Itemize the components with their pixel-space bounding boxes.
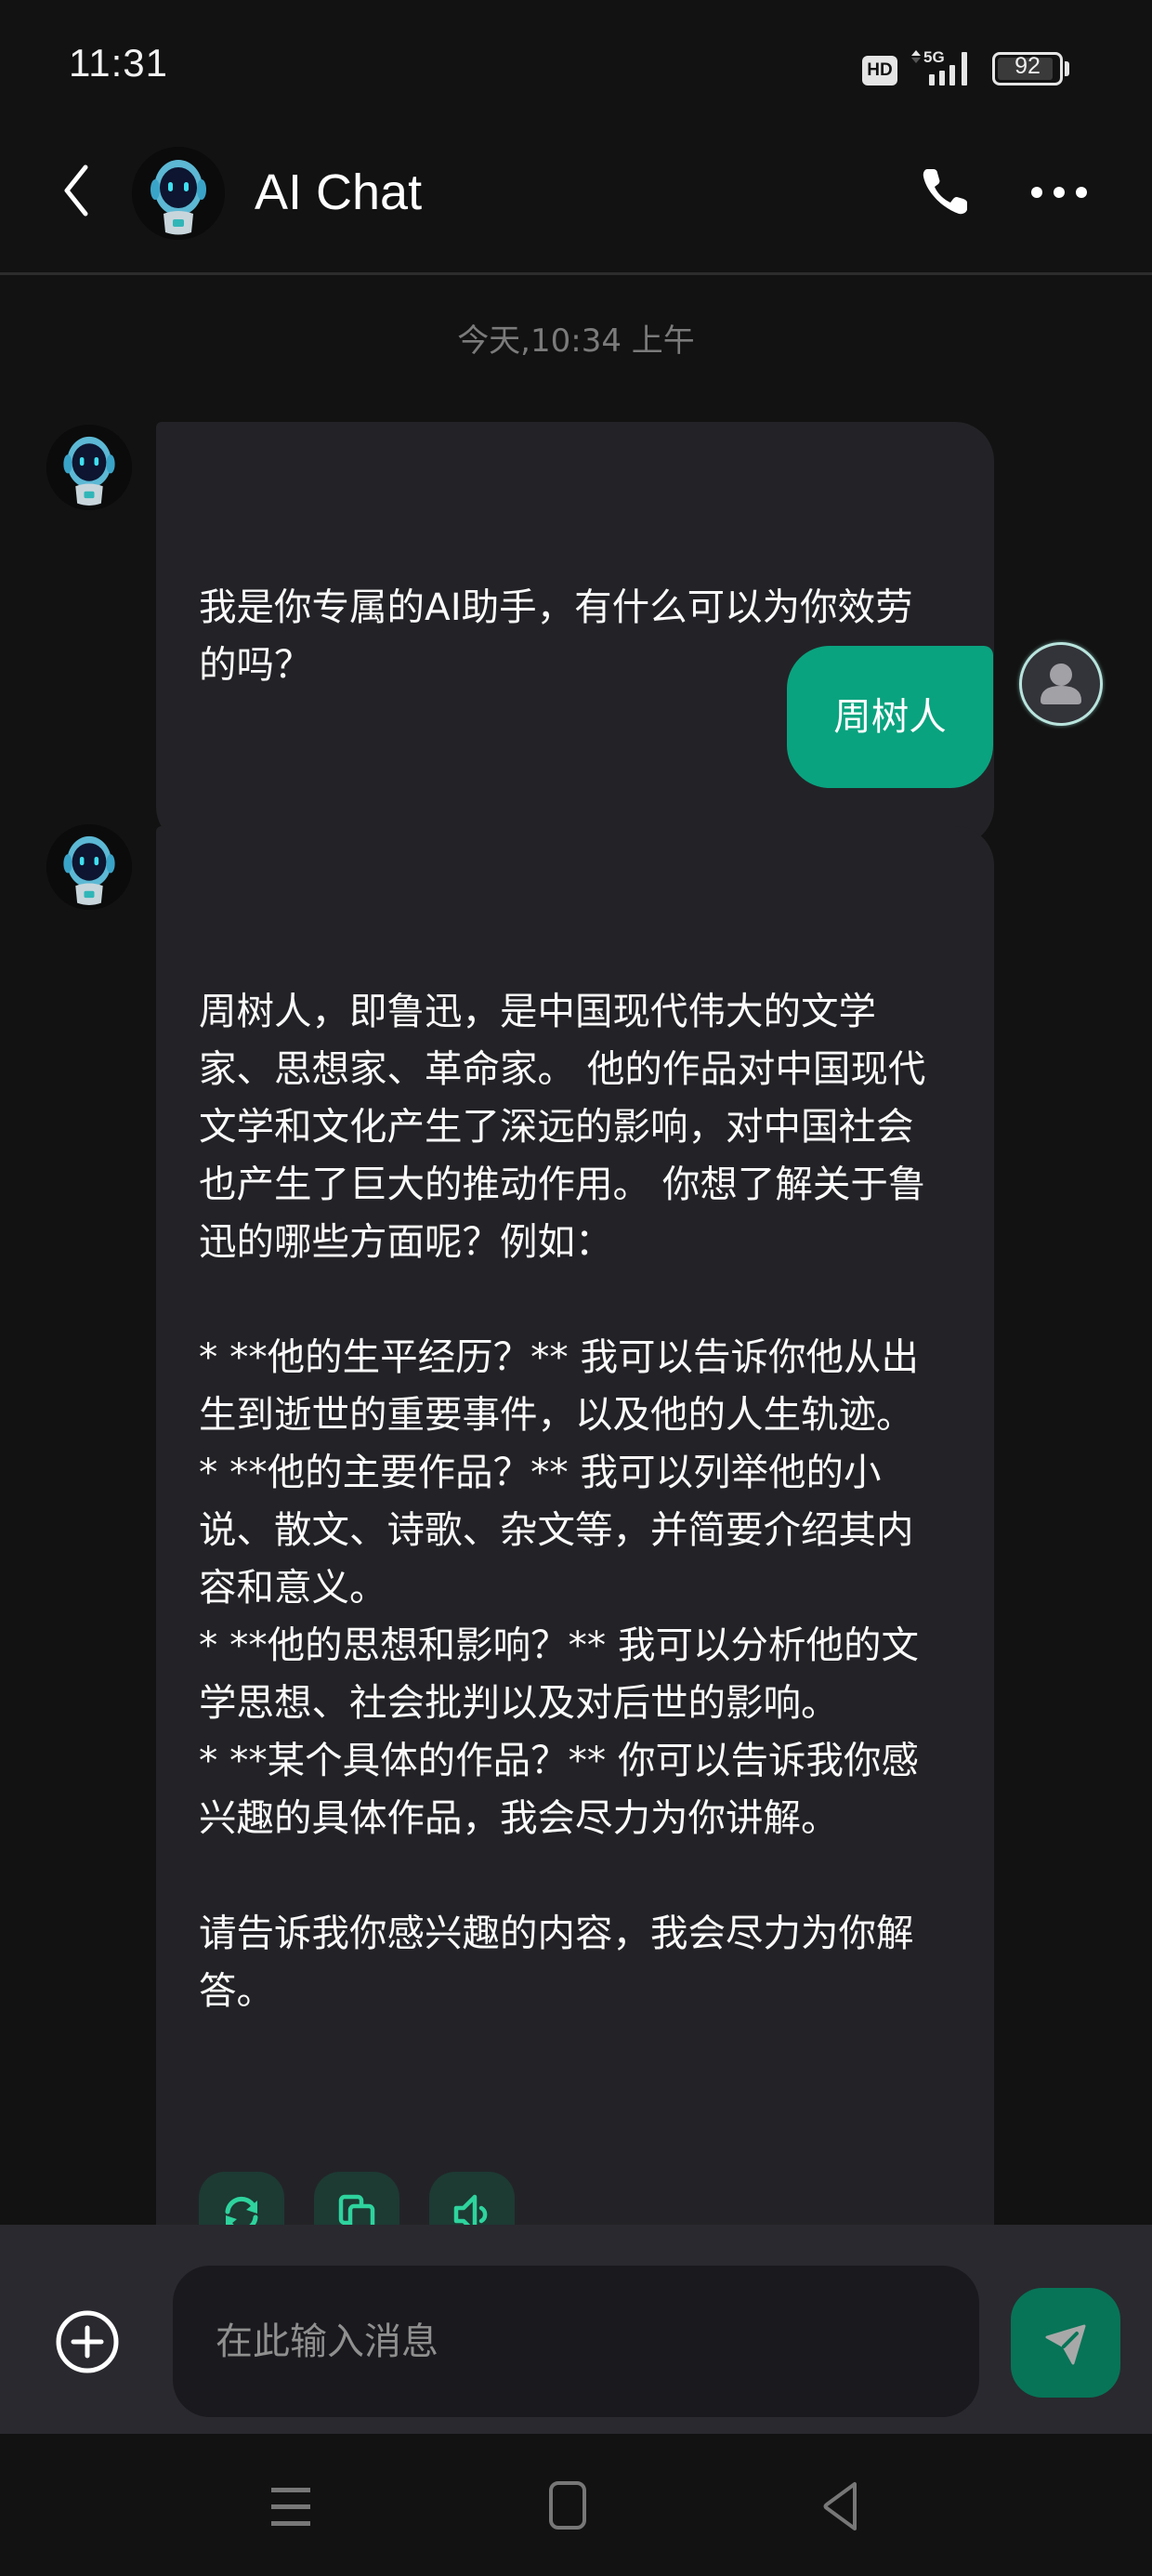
robot-icon xyxy=(46,425,132,510)
menu-icon xyxy=(271,2488,310,2526)
add-attachment-button[interactable] xyxy=(54,2308,121,2375)
status-time: 11:31 xyxy=(69,41,168,85)
chat-header: AI Chat xyxy=(0,130,1152,275)
chevron-left-icon xyxy=(64,164,88,217)
message-text: 周树人，即鲁迅，是中国现代伟大的文学家、思想家、革命家。 他的作品对中国现代文学… xyxy=(199,989,926,2013)
more-horizontal-icon xyxy=(1031,187,1087,198)
hd-voice-icon: HD xyxy=(862,56,897,85)
more-options-button[interactable] xyxy=(1029,178,1089,206)
user-icon xyxy=(1041,664,1081,704)
home-button[interactable] xyxy=(548,2480,587,2530)
robot-icon xyxy=(132,147,225,240)
recent-apps-button[interactable] xyxy=(269,2486,312,2527)
speaker-icon xyxy=(453,2194,488,2225)
bot-avatar[interactable] xyxy=(46,824,132,910)
regenerate-button[interactable] xyxy=(199,2172,284,2225)
refresh-icon xyxy=(225,2196,258,2225)
user-avatar[interactable] xyxy=(1019,642,1103,726)
message-text: 周树人 xyxy=(833,694,947,739)
phone-icon xyxy=(923,169,967,215)
plus-circle-icon xyxy=(56,2310,119,2373)
robot-icon xyxy=(46,824,132,910)
send-button[interactable] xyxy=(1011,2288,1120,2398)
chat-title: AI Chat xyxy=(255,164,423,220)
back-button[interactable] xyxy=(54,158,100,223)
status-bar: 11:31 HD 5G 92 xyxy=(0,0,1152,130)
system-nav-bar xyxy=(0,2434,1152,2576)
svg-text:5G: 5G xyxy=(923,48,945,66)
message-actions xyxy=(199,2172,942,2225)
bot-avatar[interactable] xyxy=(132,147,225,240)
bot-avatar[interactable] xyxy=(46,425,132,510)
call-button[interactable] xyxy=(918,164,974,219)
battery-percent: 92 xyxy=(1015,53,1041,79)
battery-tip xyxy=(1065,61,1069,76)
battery-icon: 92 xyxy=(992,52,1063,85)
home-icon xyxy=(549,2481,586,2530)
system-back-button[interactable] xyxy=(821,2480,860,2532)
message-bubble-assistant[interactable]: 周树人，即鲁迅，是中国现代伟大的文学家、思想家、革命家。 他的作品对中国现代文学… xyxy=(156,826,994,2225)
read-aloud-button[interactable] xyxy=(429,2172,515,2225)
message-input[interactable] xyxy=(173,2266,979,2417)
signal-5g-icon: 5G xyxy=(911,48,967,85)
chat-messages[interactable]: 今天,10:34 上午 我是你专属的AI助手，有什么可以为你效劳的吗？ 周树人 xyxy=(0,278,1152,2225)
message-composer xyxy=(0,2225,1152,2434)
message-bubble-user[interactable]: 周树人 xyxy=(787,646,993,788)
send-icon xyxy=(1045,2324,1086,2365)
copy-button[interactable] xyxy=(314,2172,399,2225)
copy-icon xyxy=(338,2194,375,2225)
back-triangle-icon xyxy=(823,2482,857,2530)
chat-timestamp: 今天,10:34 上午 xyxy=(457,322,695,360)
